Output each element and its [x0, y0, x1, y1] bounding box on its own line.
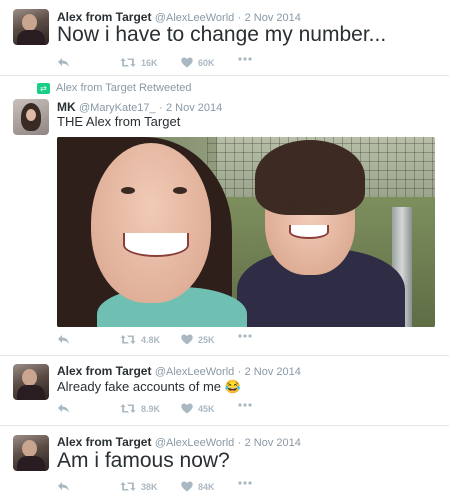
photo-eye: [319, 199, 333, 206]
like-count: 84K: [198, 481, 215, 492]
tweet-header: Alex from Target @AlexLeeWorld · 2 Nov 2…: [57, 364, 301, 378]
photo-eye: [173, 187, 187, 194]
tweet[interactable]: Alex from Target @AlexLeeWorld · 2 Nov 2…: [0, 426, 449, 503]
reply-button[interactable]: [57, 334, 70, 345]
tweet-header: Alex from Target @AlexLeeWorld · 2 Nov 2…: [57, 10, 301, 24]
tweet-date[interactable]: 2 Nov 2014: [245, 437, 301, 449]
tweet-photo[interactable]: [57, 137, 435, 327]
tweet-header: MK @MaryKate17_ · 2 Nov 2014: [57, 100, 222, 114]
like-button[interactable]: 45K: [181, 403, 215, 414]
more-icon: [238, 481, 252, 485]
tweet[interactable]: Alex from Target @AlexLeeWorld · 2 Nov 2…: [0, 356, 449, 426]
more-icon: [238, 403, 252, 407]
tweet[interactable]: Alex from Target @AlexLeeWorld · 2 Nov 2…: [0, 0, 449, 76]
photo-eye: [121, 187, 135, 194]
retweet-badge-icon: ⇄: [37, 82, 50, 94]
reply-icon: [58, 482, 69, 491]
retweet-notice-text[interactable]: Alex from Target Retweeted: [56, 82, 192, 94]
retweet-count: 16K: [141, 57, 158, 68]
more-button[interactable]: [238, 57, 252, 61]
tweet-header: Alex from Target @AlexLeeWorld · 2 Nov 2…: [57, 435, 301, 449]
more-icon: [238, 334, 252, 338]
author-handle[interactable]: @MaryKate17_: [79, 102, 156, 114]
retweet-icon: [120, 335, 136, 344]
photo-smile: [289, 225, 329, 239]
author-name[interactable]: MK: [57, 100, 76, 114]
separator: ·: [158, 102, 163, 114]
photo-smile: [123, 233, 189, 257]
tweet-date[interactable]: 2 Nov 2014: [166, 102, 222, 114]
heart-icon: [181, 403, 193, 414]
author-handle[interactable]: @AlexLeeWorld: [155, 366, 234, 378]
like-button[interactable]: 25K: [181, 334, 215, 345]
like-count: 25K: [198, 334, 215, 345]
retweet-icon: [120, 58, 136, 67]
tweet-text: Already fake accounts of me 😂: [57, 379, 241, 394]
separator: ·: [237, 437, 242, 449]
reply-icon: [58, 335, 69, 344]
photo-eye: [285, 199, 299, 206]
reply-icon: [58, 404, 69, 413]
like-button[interactable]: 60K: [181, 57, 215, 68]
retweet-icon: [120, 404, 136, 413]
reply-icon: [58, 58, 69, 67]
avatar[interactable]: [13, 99, 49, 135]
more-icon: [238, 57, 252, 61]
retweet-count: 8.9K: [141, 403, 161, 414]
heart-icon: [181, 57, 193, 68]
more-button[interactable]: [238, 481, 252, 485]
retweet-button[interactable]: 8.9K: [120, 403, 160, 414]
avatar[interactable]: [13, 364, 49, 400]
retweet-button[interactable]: 16K: [120, 57, 158, 68]
reply-button[interactable]: [57, 57, 70, 68]
like-count: 45K: [198, 403, 215, 414]
tweet-text: THE Alex from Target: [57, 114, 181, 129]
tweet-text: Now i have to change my number...: [57, 23, 387, 46]
retweet-button[interactable]: 38K: [120, 481, 158, 492]
separator: ·: [237, 366, 242, 378]
retweet-icon: [120, 482, 136, 491]
reply-button[interactable]: [57, 403, 70, 414]
author-name[interactable]: Alex from Target: [57, 364, 151, 378]
like-count: 60K: [198, 57, 215, 68]
photo-girl-face: [91, 143, 211, 303]
tweet-date[interactable]: 2 Nov 2014: [245, 366, 301, 378]
heart-icon: [181, 481, 193, 492]
more-button[interactable]: [238, 334, 252, 338]
heart-icon: [181, 334, 193, 345]
author-name[interactable]: Alex from Target: [57, 435, 151, 449]
tweet-text: Am i famous now?: [57, 449, 230, 472]
author-handle[interactable]: @AlexLeeWorld: [155, 437, 234, 449]
like-button[interactable]: 84K: [181, 481, 215, 492]
retweet-count: 4.8K: [141, 334, 161, 345]
author-name[interactable]: Alex from Target: [57, 10, 151, 24]
retweet-notice: ⇄ Alex from Target Retweeted: [37, 82, 192, 94]
avatar[interactable]: [13, 9, 49, 45]
retweet-count: 38K: [141, 481, 158, 492]
reply-button[interactable]: [57, 481, 70, 492]
photo-boy-hair: [255, 140, 365, 215]
more-button[interactable]: [238, 403, 252, 407]
avatar[interactable]: [13, 435, 49, 471]
retweet-button[interactable]: 4.8K: [120, 334, 160, 345]
